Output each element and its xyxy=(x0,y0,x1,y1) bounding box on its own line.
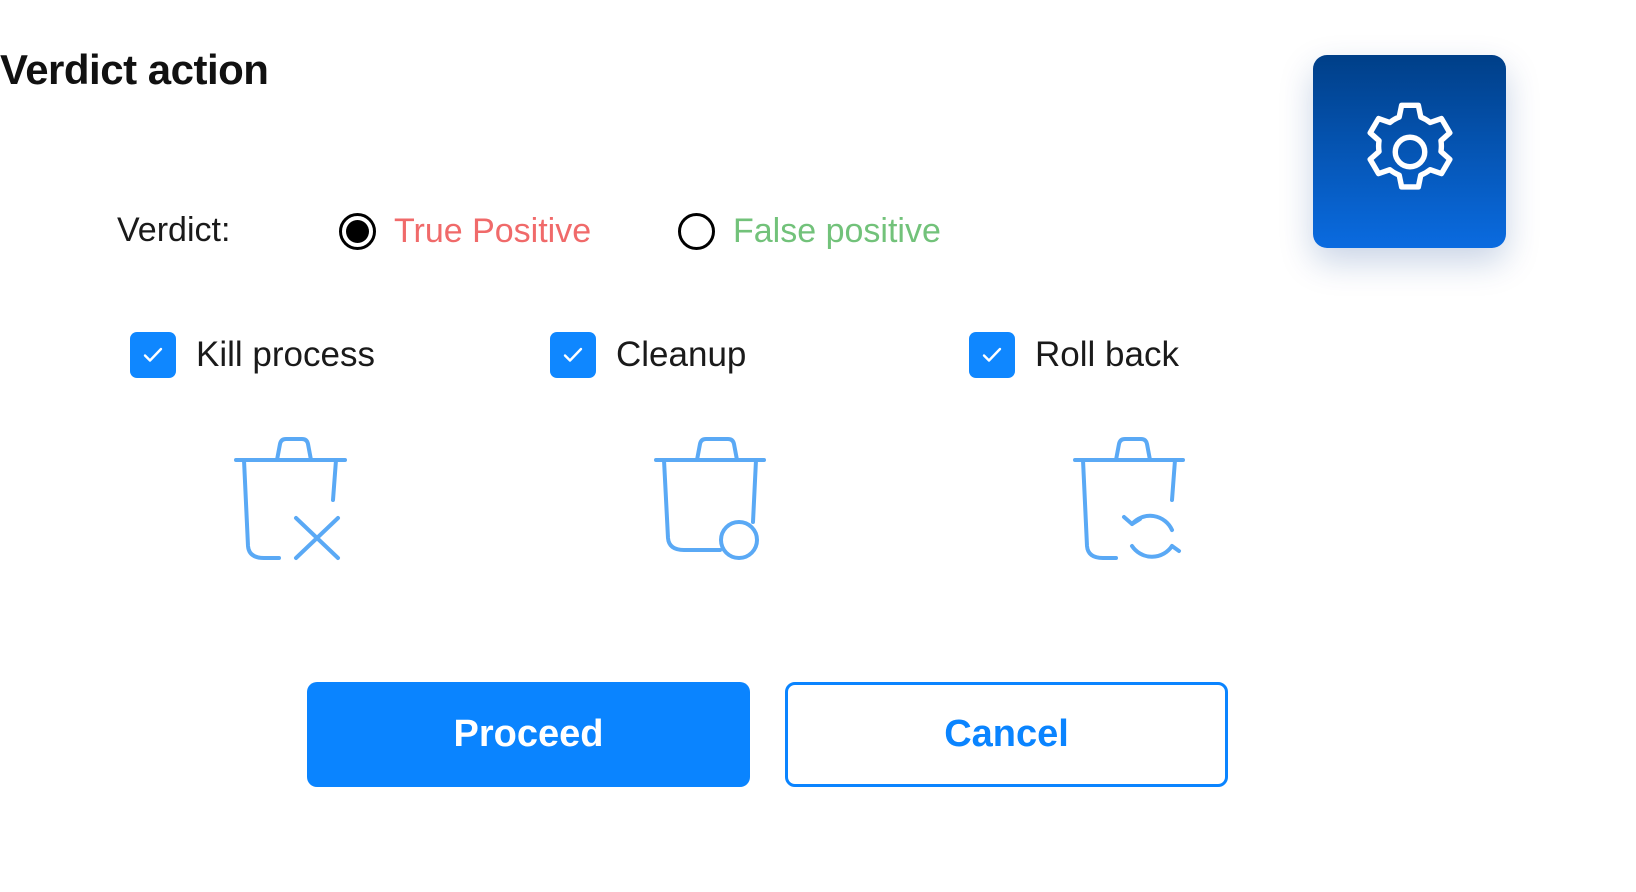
radio-button-unselected[interactable] xyxy=(678,212,715,250)
gear-icon xyxy=(1366,102,1453,190)
checkbox-label-cleanup: Cleanup xyxy=(616,335,747,374)
page-title: Verdict action xyxy=(0,46,269,93)
settings-button[interactable] xyxy=(1313,55,1506,248)
checkbox-label-roll-back: Roll back xyxy=(1035,335,1179,374)
radio-button-selected[interactable] xyxy=(339,212,376,250)
checkbox[interactable] xyxy=(130,332,176,378)
radio-label-false-positive: False positive xyxy=(733,211,941,250)
checkbox[interactable] xyxy=(969,332,1015,378)
checkbox[interactable] xyxy=(550,332,596,378)
trash-kill-icon xyxy=(234,437,347,560)
checkmark-icon xyxy=(143,347,163,362)
radio-label-true-positive: True Positive xyxy=(394,211,592,250)
checkbox-roll-back[interactable]: Roll back xyxy=(969,331,1179,379)
checkbox-label-kill-process: Kill process xyxy=(196,335,375,374)
trash-cleanup-icon xyxy=(654,437,766,560)
cancel-button[interactable]: Cancel xyxy=(785,682,1228,787)
trash-rollback-icon xyxy=(1073,437,1185,560)
checkbox-kill-process[interactable]: Kill process xyxy=(130,331,375,379)
proceed-button[interactable]: Proceed xyxy=(307,682,750,787)
radio-false-positive[interactable]: False positive xyxy=(678,208,941,254)
checkmark-icon xyxy=(982,347,1002,362)
radio-true-positive[interactable]: True Positive xyxy=(339,208,591,254)
checkmark-icon xyxy=(563,347,583,362)
verdict-label: Verdict: xyxy=(117,211,231,249)
checkbox-cleanup[interactable]: Cleanup xyxy=(550,331,746,379)
radio-dot xyxy=(346,219,369,243)
